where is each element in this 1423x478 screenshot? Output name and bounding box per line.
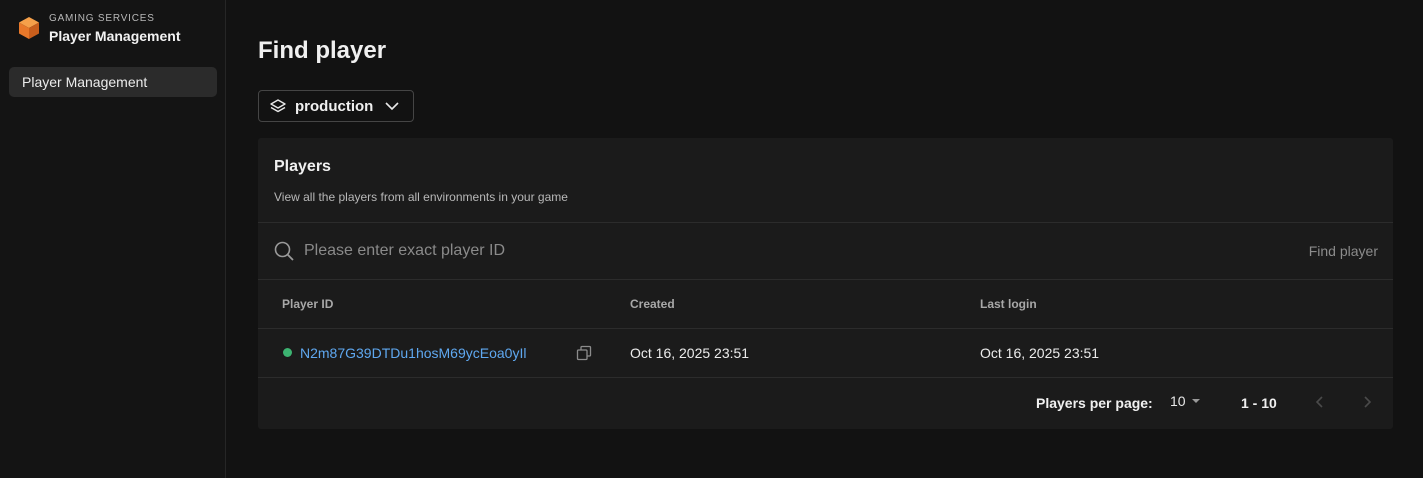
environment-label: production <box>295 97 374 115</box>
environment-selector[interactable]: production <box>258 90 414 122</box>
caret-down-icon <box>1191 399 1200 403</box>
divider <box>258 279 1393 280</box>
status-dot <box>283 348 292 357</box>
search-input[interactable] <box>304 238 1004 264</box>
player-id-link[interactable]: N2m87G39DTDu1hosM69ycEoa0yIl <box>300 345 526 361</box>
card-description: View all the players from all environmen… <box>274 190 568 204</box>
page-range: 1 - 10 <box>1241 395 1277 411</box>
search-icon <box>274 241 294 261</box>
brand-kicker: GAMING SERVICES <box>49 13 155 24</box>
per-page-select[interactable]: 10 <box>1170 393 1206 409</box>
layers-icon <box>270 99 286 113</box>
column-header-created: Created <box>630 297 675 311</box>
find-player-button[interactable]: Find player <box>1278 241 1378 261</box>
sidebar: GAMING SERVICES Player Management Player… <box>0 0 226 478</box>
players-card: Players View all the players from all en… <box>258 138 1393 429</box>
per-page-label: Players per page: <box>1036 395 1153 411</box>
last-login-cell: Oct 16, 2025 23:51 <box>980 345 1100 361</box>
chevron-down-icon <box>385 102 399 111</box>
divider <box>258 377 1393 378</box>
created-cell: Oct 16, 2025 23:51 <box>630 345 750 361</box>
sidebar-item-player-management[interactable]: Player Management <box>9 67 217 97</box>
divider <box>258 222 1393 223</box>
chevron-left-icon[interactable] <box>1313 394 1327 410</box>
column-header-player-id: Player ID <box>282 297 334 311</box>
per-page-value: 10 <box>1170 393 1186 409</box>
cube-logo-icon <box>19 17 39 39</box>
divider <box>258 328 1393 329</box>
brand-title: Player Management <box>49 28 181 44</box>
column-header-last-login: Last login <box>980 297 1037 311</box>
card-title: Players <box>274 158 331 175</box>
chevron-right-icon[interactable] <box>1360 394 1374 410</box>
page-title: Find player <box>258 37 387 64</box>
copy-icon[interactable] <box>576 345 592 361</box>
brand: GAMING SERVICES Player Management <box>17 13 181 46</box>
